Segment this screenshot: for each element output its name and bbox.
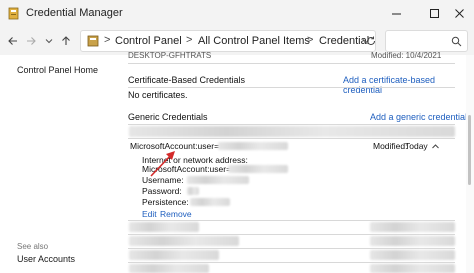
password-label: Password: [142, 186, 182, 196]
control-panel-home-link[interactable]: Control Panel Home [17, 65, 98, 75]
breadcrumb-control-panel[interactable]: Control Panel [115, 35, 182, 47]
redacted-credential-modified [370, 222, 455, 232]
modified-label: Modified: [373, 141, 408, 151]
redacted-credential-modified [370, 264, 455, 273]
close-button[interactable] [444, 0, 474, 27]
redacted-persistence [190, 198, 230, 206]
forward-button[interactable] [22, 31, 40, 51]
breadcrumb-separator: > [104, 34, 111, 46]
redacted-credential-row[interactable] [129, 236, 239, 246]
redacted-password [187, 187, 199, 195]
certificate-credentials-heading: Certificate-Based Credentials [128, 75, 246, 85]
control-panel-icon [87, 35, 99, 47]
address-bar[interactable]: > Control Panel > All Control Panel Item… [80, 30, 376, 52]
breadcrumb-all-items[interactable]: All Control Panel Items [198, 35, 310, 47]
divider [128, 124, 455, 125]
breadcrumb-separator: > [186, 34, 193, 46]
cut-credential-name: DESKTOP-GFHTRATS [128, 51, 212, 60]
title-bar: Credential Manager [0, 0, 474, 27]
redacted-credential-row[interactable] [129, 126, 455, 137]
annotation-arrow-icon [150, 151, 175, 177]
redacted-credential-row[interactable] [129, 222, 199, 232]
scrollbar-thumb[interactable] [468, 115, 471, 185]
close-icon [454, 9, 464, 18]
search-icon [451, 36, 462, 47]
chevron-down-icon [45, 39, 53, 44]
generic-credentials-heading: Generic Credentials [128, 112, 208, 122]
up-button[interactable] [57, 31, 75, 51]
redacted-credential-modified [370, 236, 455, 246]
divider [128, 220, 455, 221]
redacted-username [187, 176, 249, 184]
window-title: Credential Manager [26, 7, 123, 19]
back-button[interactable] [4, 31, 22, 51]
back-arrow-icon [8, 37, 17, 45]
recent-locations-button[interactable] [40, 31, 58, 51]
breadcrumb-separator: > [307, 34, 314, 46]
edit-credential-link[interactable]: Edit [142, 209, 157, 219]
refresh-button[interactable] [362, 31, 380, 51]
minimize-icon [391, 13, 401, 15]
minimize-button[interactable] [381, 0, 411, 27]
no-certificates-text: No certificates. [128, 90, 188, 100]
divider [128, 248, 455, 249]
maximize-icon [429, 9, 439, 18]
see-also-heading: See also [17, 242, 49, 251]
add-generic-credential-link[interactable]: Add a generic credential [370, 112, 467, 122]
divider [128, 87, 455, 88]
redacted-credential-modified [370, 250, 455, 260]
credential-list: DESKTOP-GFHTRATS Modified: 10/4/2021 Cer… [115, 51, 474, 273]
redacted-credential-row[interactable] [129, 250, 219, 260]
left-navigation-pane: Control Panel Home See also User Account… [0, 55, 115, 273]
up-arrow-icon [62, 36, 70, 45]
remove-credential-link[interactable]: Remove [160, 209, 192, 219]
vertical-scrollbar[interactable] [466, 55, 474, 273]
user-accounts-link[interactable]: User Accounts [17, 254, 75, 264]
forward-arrow-icon [27, 37, 36, 45]
divider [128, 262, 455, 263]
persistence-label: Persistence: [142, 197, 189, 207]
modified-value: Today [405, 141, 428, 151]
chevron-up-icon[interactable] [431, 142, 440, 151]
add-certificate-credential-link[interactable]: Add a certificate-based credential [343, 75, 474, 95]
credential-manager-icon [8, 7, 19, 20]
divider [128, 63, 455, 64]
redacted-account-name [218, 142, 288, 150]
redacted-address [228, 165, 288, 173]
search-input[interactable] [385, 30, 468, 52]
redacted-credential-row[interactable] [129, 264, 209, 273]
cut-credential-modified: Modified: 10/4/2021 [371, 51, 442, 60]
refresh-icon [367, 36, 376, 46]
divider [128, 234, 455, 235]
